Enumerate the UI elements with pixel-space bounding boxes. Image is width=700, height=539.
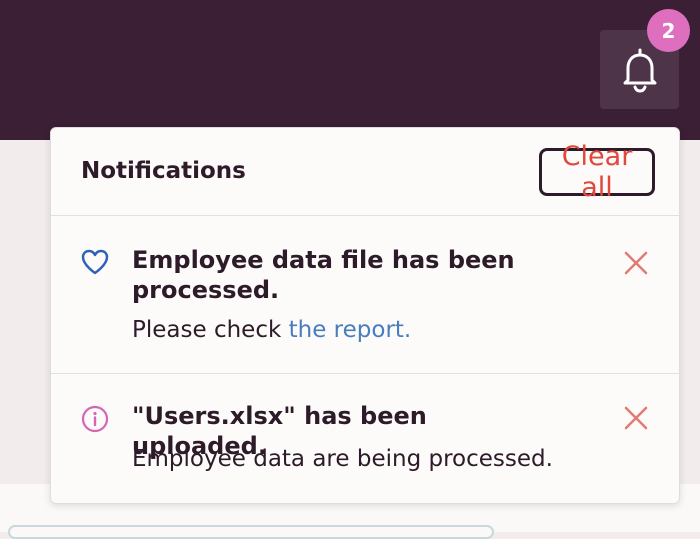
bell-icon xyxy=(623,48,656,93)
close-icon xyxy=(624,406,648,430)
notification-title: Employee data file has been processed. xyxy=(132,246,515,304)
heart-icon xyxy=(81,249,109,275)
report-link[interactable]: the report. xyxy=(289,317,412,343)
notification-count-badge: 2 xyxy=(647,9,690,52)
close-icon xyxy=(624,251,648,275)
notification-body-text: Please check xyxy=(132,317,289,343)
notification-body: Please check the report. xyxy=(132,315,411,345)
clear-all-button[interactable]: Clear all xyxy=(539,141,655,203)
notification-item: Employee data file has been processed. P… xyxy=(51,217,679,374)
dismiss-notification-button[interactable] xyxy=(621,248,651,278)
info-icon xyxy=(81,405,109,433)
page-input-field[interactable] xyxy=(8,525,494,539)
notification-item: "Users.xlsx" has been uploaded. Employee… xyxy=(51,375,679,503)
notifications-panel-header: Notifications Clear all xyxy=(51,128,679,216)
notifications-panel: Notifications Clear all Employee data fi… xyxy=(50,127,680,504)
panel-title: Notifications xyxy=(81,158,246,184)
top-navigation-bar xyxy=(0,0,700,140)
dismiss-notification-button[interactable] xyxy=(621,403,651,433)
notification-body: Employee data are being processed. xyxy=(132,446,553,472)
